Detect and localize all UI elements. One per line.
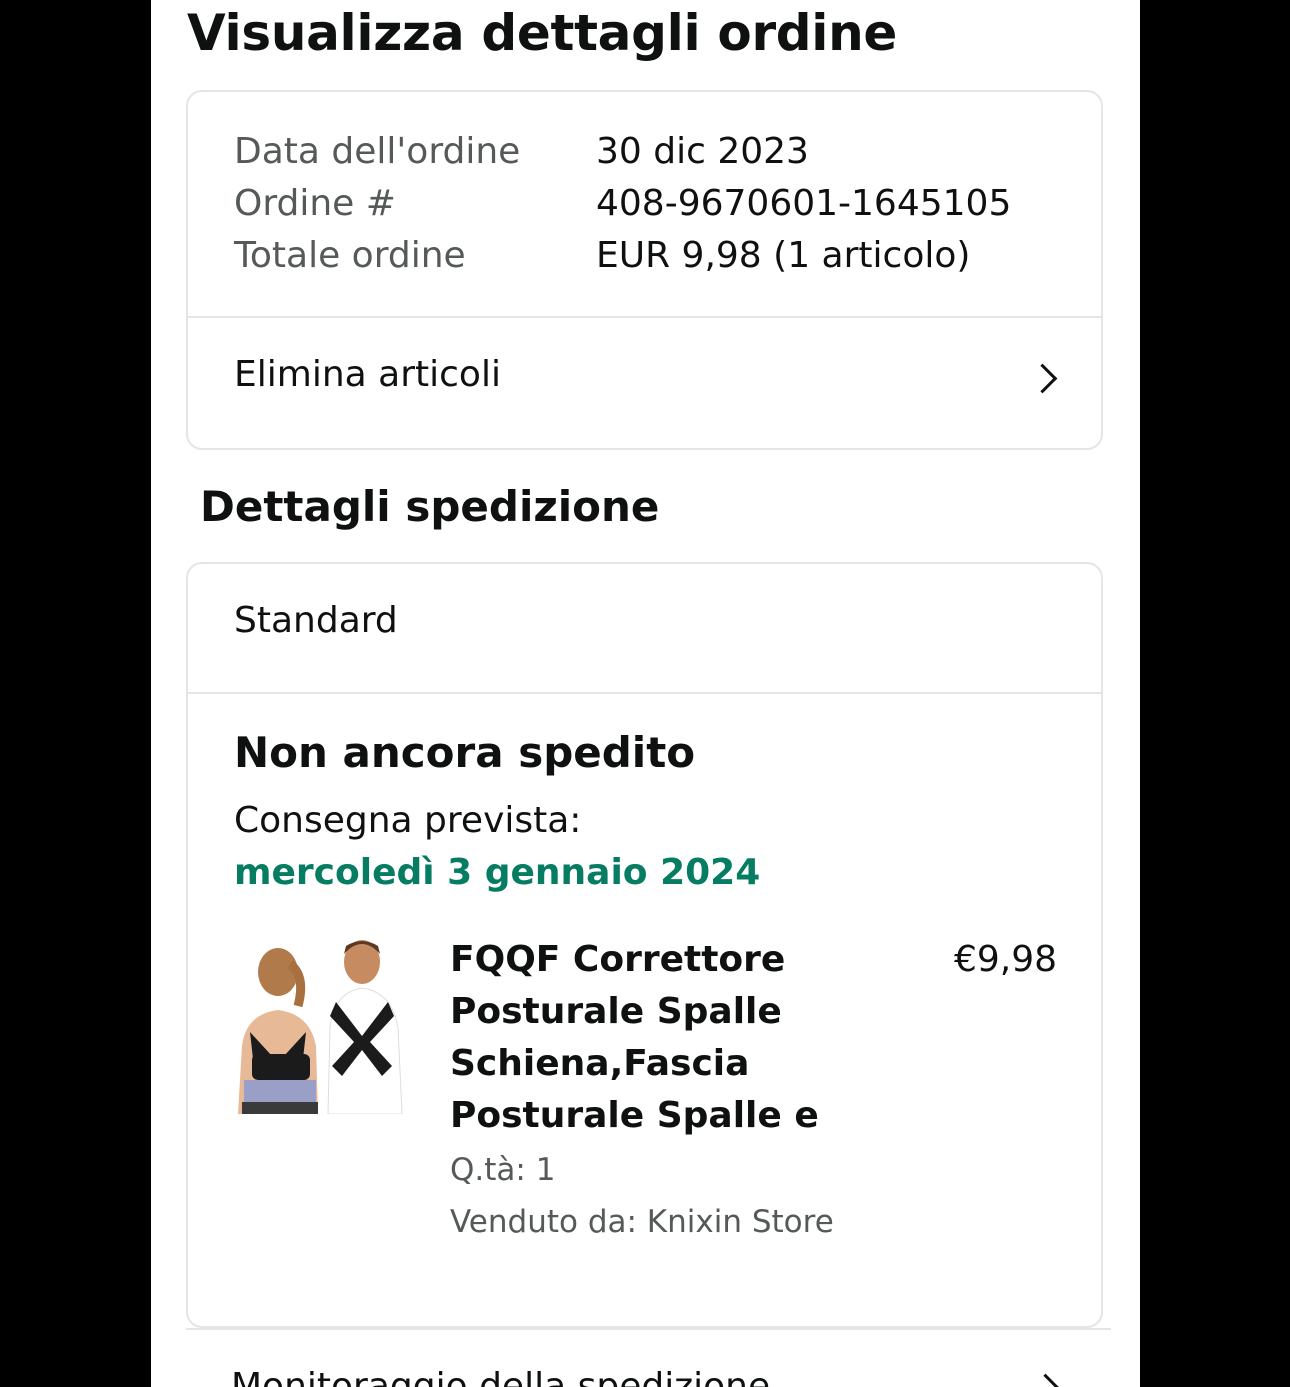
page-title: Visualizza dettagli ordine [187, 4, 898, 62]
delivery-estimate-date: mercoledì 3 gennaio 2024 [234, 852, 761, 893]
order-total-label: Totale ordine [234, 235, 466, 276]
order-date-row: Data dell'ordine 30 dic 2023 [234, 126, 809, 178]
order-total-row: Totale ordine EUR 9,98 (1 articolo) [234, 230, 970, 282]
order-date-label: Data dell'ordine [234, 131, 521, 172]
order-number-row: Ordine # 408-9670601-1645105 [234, 178, 1011, 230]
product-title[interactable]: FQQF Correttore Posturale Spalle Schiena… [450, 934, 870, 1142]
order-date-value: 30 dic 2023 [596, 131, 809, 172]
delete-items-row[interactable]: Elimina articoli [188, 318, 1101, 448]
posture-corrector-product-image [232, 936, 412, 1115]
order-number-value: 408-9670601-1645105 [596, 183, 1012, 224]
tracking-row[interactable]: Monitoraggio della spedizione [151, 1330, 1140, 1387]
tracking-label: Monitoraggio della spedizione [231, 1366, 771, 1387]
order-details-screen: Visualizza dettagli ordine Data dell'ord… [151, 0, 1140, 1387]
product-seller: Venduto da: Knixin Store [450, 1204, 834, 1240]
shipment-card: Standard Non ancora spedito Consegna pre… [186, 562, 1103, 1328]
chevron-right-icon [1027, 363, 1058, 394]
product-price: €9,98 [953, 939, 1057, 980]
shipping-method: Standard [234, 600, 398, 641]
order-summary-card: Data dell'ordine 30 dic 2023 Ordine # 40… [186, 90, 1103, 450]
delivery-estimate-label: Consegna prevista: [234, 800, 582, 841]
shipping-section-title: Dettagli spedizione [200, 482, 660, 531]
product-image[interactable] [232, 936, 412, 1115]
delete-items-label: Elimina articoli [234, 354, 501, 395]
chevron-right-icon [1030, 1373, 1061, 1387]
shipment-status: Non ancora spedito [234, 728, 696, 777]
order-number-label: Ordine # [234, 183, 396, 224]
divider [188, 692, 1101, 694]
order-total-value: EUR 9,98 (1 articolo) [596, 235, 971, 276]
product-quantity: Q.tà: 1 [450, 1152, 556, 1188]
